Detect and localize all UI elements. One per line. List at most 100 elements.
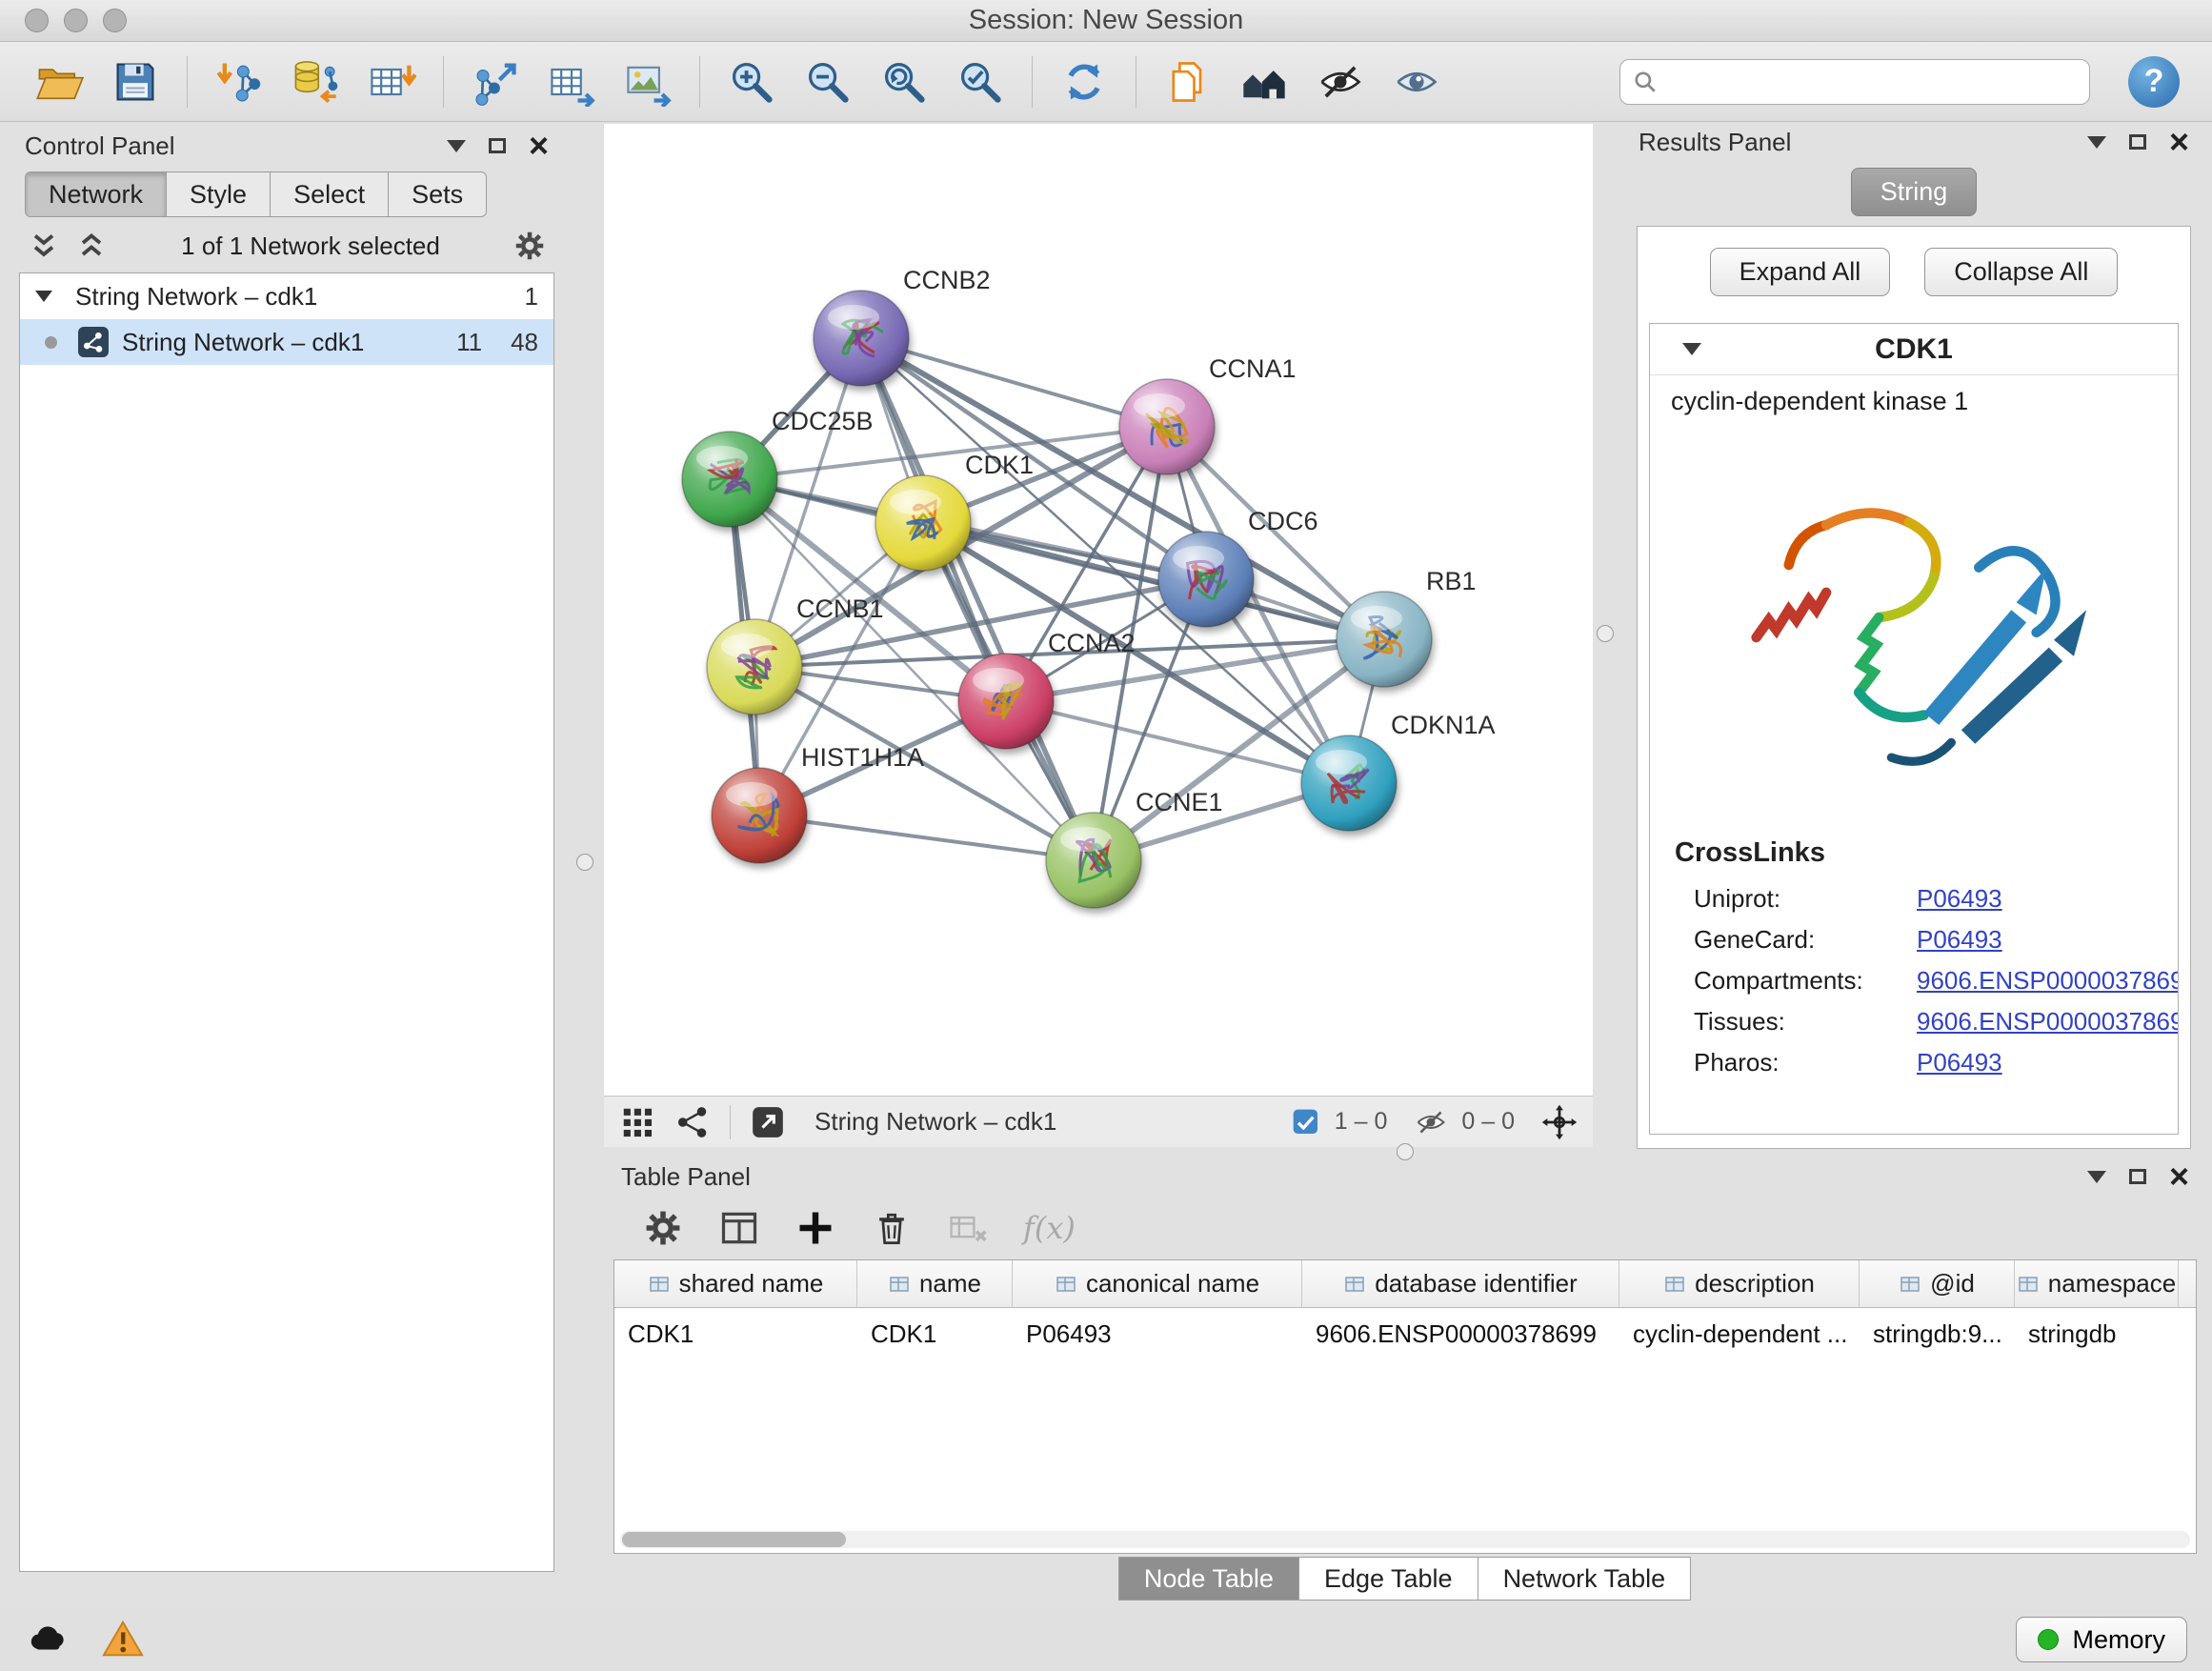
search-input[interactable]: [1619, 59, 2090, 105]
crosslink-value-link[interactable]: 9606.ENSP00000378699: [1917, 966, 2179, 996]
node-CDK1[interactable]: CDK1: [875, 451, 1034, 571]
import-network-file-button[interactable]: [201, 48, 277, 116]
warning-icon[interactable]: [101, 1618, 145, 1661]
float-panel-icon[interactable]: [2129, 134, 2146, 150]
table-cell[interactable]: CDK1: [614, 1308, 857, 1359]
table-settings-gear-icon[interactable]: [642, 1207, 684, 1249]
open-session-button[interactable]: [21, 48, 97, 116]
tab-select[interactable]: Select: [271, 172, 389, 216]
close-panel-icon[interactable]: ×: [529, 132, 549, 159]
network-collection-row[interactable]: String Network – cdk1 1: [20, 273, 553, 319]
tab-network[interactable]: Network: [26, 172, 167, 216]
section-collapse-caret-icon[interactable]: [1682, 343, 1701, 355]
table-cell[interactable]: 9606.ENSP00000378699: [1302, 1308, 1619, 1359]
tab-edge-table[interactable]: Edge Table: [1298, 1557, 1478, 1601]
right-splitter-handle[interactable]: [1597, 625, 1614, 642]
documents-button[interactable]: [1150, 48, 1226, 116]
export-image-button[interactable]: [610, 48, 686, 116]
expand-networks-icon[interactable]: [27, 229, 61, 263]
horizontal-scrollbar[interactable]: [620, 1531, 2190, 1548]
tab-string[interactable]: String: [1851, 168, 1978, 216]
import-network-database-button[interactable]: [277, 48, 353, 116]
show-all-button[interactable]: [1378, 48, 1455, 116]
table-cell[interactable]: P06493: [1013, 1308, 1302, 1359]
column-header-canonical-name[interactable]: canonical name: [1013, 1260, 1302, 1308]
float-panel-icon[interactable]: [489, 138, 506, 153]
column-header-description[interactable]: description: [1619, 1260, 1860, 1308]
node-CDKN1A[interactable]: CDKN1A: [1301, 711, 1496, 831]
table-row[interactable]: CDK1CDK1P064939606.ENSP00000378699cyclin…: [614, 1308, 2196, 1359]
hide-selected-button[interactable]: [1302, 48, 1378, 116]
scrollbar-thumb[interactable]: [622, 1532, 846, 1547]
column-header-database-identifier[interactable]: database identifier: [1302, 1260, 1619, 1308]
crosslink-value-link[interactable]: P06493: [1917, 884, 2002, 914]
network-options-gear-icon[interactable]: [513, 229, 547, 263]
home-networks-button[interactable]: [1226, 48, 1302, 116]
export-table-button[interactable]: [533, 48, 610, 116]
node-CCNE1[interactable]: CCNE1: [1046, 788, 1223, 908]
column-header-shared-name[interactable]: shared name: [614, 1260, 857, 1308]
zoom-in-button[interactable]: [714, 48, 790, 116]
show-columns-icon[interactable]: [718, 1207, 760, 1249]
gene-section-header[interactable]: CDK1: [1650, 324, 2178, 375]
left-splitter-handle[interactable]: [576, 854, 593, 871]
edge-CCNA2-CDKN1A[interactable]: [1006, 701, 1349, 783]
expand-all-button[interactable]: Expand All: [1710, 248, 1891, 296]
panel-menu-icon[interactable]: [2087, 1171, 2106, 1183]
tree-expand-caret-icon[interactable]: [35, 291, 52, 302]
network-row-selected[interactable]: String Network – cdk1 11 48: [20, 319, 553, 365]
pan-crosshair-icon[interactable]: [1541, 1104, 1578, 1140]
column-header-namespace[interactable]: namespace: [2015, 1260, 2179, 1308]
column-header-name[interactable]: name: [857, 1260, 1013, 1308]
bottom-splitter-handle[interactable]: [1397, 1143, 1414, 1160]
float-panel-icon[interactable]: [2129, 1169, 2146, 1184]
add-column-plus-icon[interactable]: [794, 1207, 836, 1249]
traffic-light-minimize[interactable]: [64, 9, 88, 32]
edge-HIST1H1A-CCNE1[interactable]: [759, 815, 1094, 860]
delete-table-icon-disabled[interactable]: [947, 1207, 989, 1249]
crosslink-value-link[interactable]: P06493: [1917, 1048, 2002, 1077]
traffic-light-zoom[interactable]: [103, 9, 127, 32]
refresh-button[interactable]: [1046, 48, 1122, 116]
zoom-out-button[interactable]: [790, 48, 866, 116]
cloud-status-icon[interactable]: [25, 1618, 69, 1661]
delete-column-trash-icon[interactable]: [871, 1207, 913, 1249]
collapse-all-button[interactable]: Collapse All: [1924, 248, 2118, 296]
edge-CCNB2-CCNE1[interactable]: [861, 338, 1094, 860]
crosslink-value-link[interactable]: P06493: [1917, 925, 2002, 955]
selected-checkbox-icon[interactable]: [1291, 1107, 1321, 1137]
tab-node-table[interactable]: Node Table: [1118, 1557, 1299, 1601]
node-CCNA1[interactable]: CCNA1: [1119, 354, 1297, 474]
zoom-fit-button[interactable]: [866, 48, 942, 116]
save-session-button[interactable]: [97, 48, 173, 116]
traffic-light-close[interactable]: [25, 9, 49, 32]
tab-sets[interactable]: Sets: [389, 172, 486, 216]
grid-view-icon[interactable]: [619, 1104, 655, 1140]
table-cell[interactable]: stringdb:9...: [1860, 1308, 2015, 1359]
crosslink-value-link[interactable]: 9606.ENSP00000378699: [1917, 1007, 2179, 1037]
collapse-networks-icon[interactable]: [74, 229, 109, 263]
zoom-selected-button[interactable]: [942, 48, 1018, 116]
function-builder-fx-icon[interactable]: f(x): [1023, 1210, 1076, 1246]
node-RB1[interactable]: RB1: [1337, 567, 1477, 687]
node-CCNB1[interactable]: CCNB1: [707, 594, 884, 715]
open-external-icon[interactable]: [750, 1104, 786, 1140]
share-network-icon[interactable]: [674, 1104, 711, 1140]
panel-menu-icon[interactable]: [2087, 136, 2106, 149]
node-HIST1H1A[interactable]: HIST1H1A: [712, 743, 924, 863]
export-network-button[interactable]: [457, 48, 533, 116]
help-button[interactable]: ?: [2128, 56, 2180, 108]
hidden-eye-slash-icon[interactable]: [1414, 1105, 1448, 1139]
close-panel-icon[interactable]: ×: [2169, 1163, 2189, 1190]
network-canvas[interactable]: CCNB2CCNA1CDC25BCDK1CDC6RB1CCNB1CCNA2CDK…: [604, 124, 1593, 1096]
panel-menu-icon[interactable]: [447, 140, 466, 152]
column-header--id[interactable]: @id: [1860, 1260, 2015, 1308]
tab-network-table[interactable]: Network Table: [1478, 1557, 1692, 1601]
table-cell[interactable]: stringdb: [2015, 1308, 2179, 1359]
close-panel-icon[interactable]: ×: [2169, 129, 2189, 155]
tab-style[interactable]: Style: [167, 172, 271, 216]
table-cell[interactable]: cyclin-dependent ...: [1619, 1308, 1860, 1359]
import-table-button[interactable]: [353, 48, 430, 116]
table-cell[interactable]: CDK1: [857, 1308, 1013, 1359]
memory-button[interactable]: Memory: [2016, 1617, 2187, 1662]
